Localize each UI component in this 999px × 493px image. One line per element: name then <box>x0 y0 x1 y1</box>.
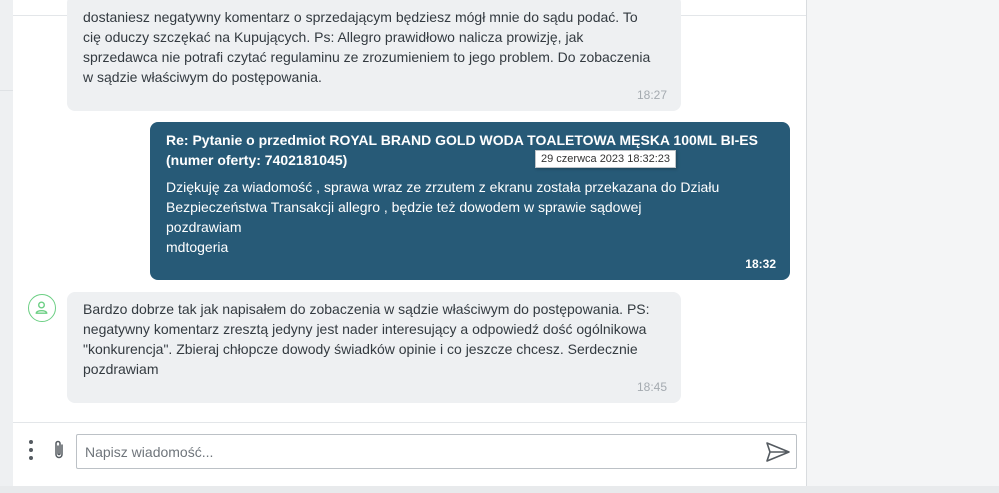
message-input[interactable] <box>76 434 797 469</box>
left-panel-strip <box>0 0 14 493</box>
message-incoming: dostaniesz negatywny komentarz o sprzeda… <box>67 0 681 111</box>
message-time: 18:32 <box>745 257 776 271</box>
message-outgoing: Re: Pytanie o przedmiot ROYAL BRAND GOLD… <box>150 122 790 280</box>
composer-divider <box>13 422 806 423</box>
send-icon[interactable] <box>765 441 791 468</box>
message-text: dostaniesz negatywny komentarz o sprzeda… <box>83 9 651 85</box>
timestamp-tooltip: 29 czerwca 2023 18:32:23 <box>535 150 677 168</box>
message-subject: Re: Pytanie o przedmiot ROYAL BRAND GOLD… <box>166 132 758 168</box>
paperclip-icon[interactable] <box>52 439 66 466</box>
more-vertical-icon[interactable] <box>28 440 34 462</box>
message-incoming: Bardzo dobrze tak jak napisałem do zobac… <box>67 292 681 403</box>
message-text: Bardzo dobrze tak jak napisałem do zobac… <box>83 301 650 377</box>
right-panel <box>807 0 999 486</box>
message-body: Dziękuję za wiadomość , sprawa wraz ze z… <box>166 179 720 255</box>
message-time: 18:45 <box>636 380 667 394</box>
bottom-scrollbar[interactable] <box>0 486 999 493</box>
message-time: 18:27 <box>636 88 667 102</box>
chat-panel: Client:105565556 dostaniesz negatywny ko… <box>13 0 807 486</box>
user-avatar-icon <box>28 294 56 322</box>
